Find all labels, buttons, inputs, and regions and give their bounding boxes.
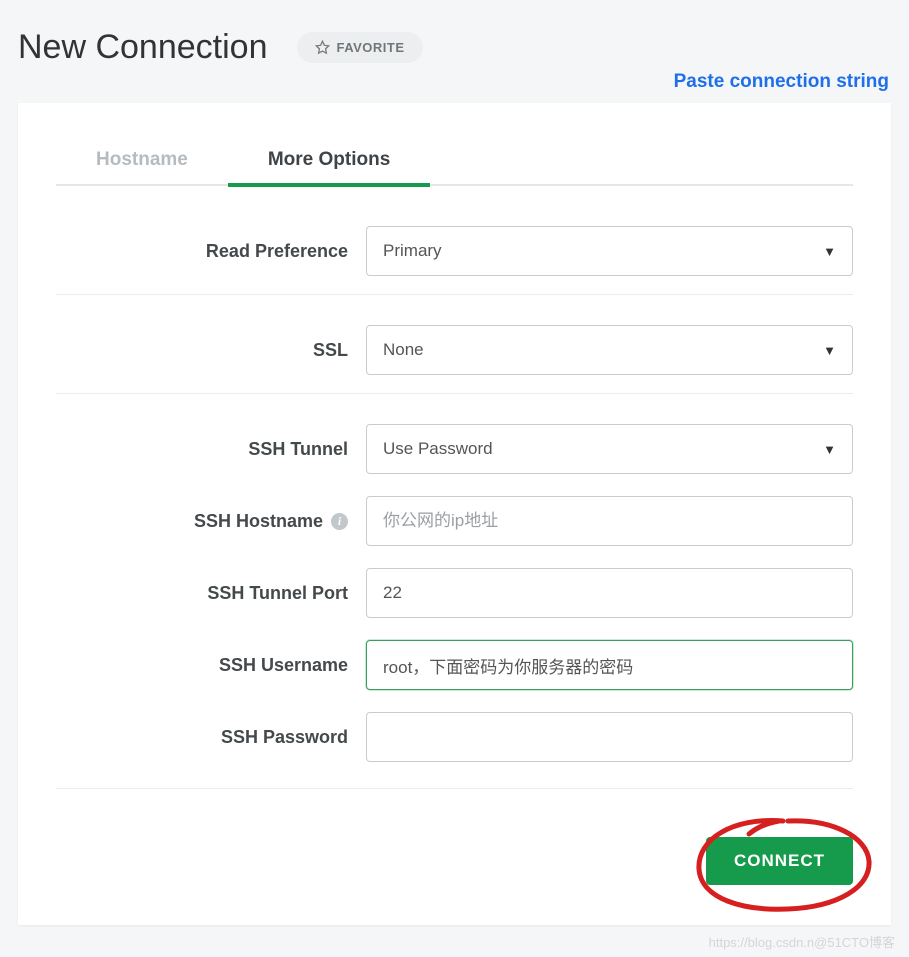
ssh-hostname-input[interactable] <box>366 496 853 546</box>
ssh-tunnel-label: SSH Tunnel <box>56 439 366 460</box>
ssh-hostname-label: SSH Hostname <box>194 511 323 532</box>
read-preference-label: Read Preference <box>56 241 366 262</box>
favorite-button[interactable]: FAVORITE <box>297 32 422 63</box>
ssh-password-label: SSH Password <box>56 727 366 748</box>
tab-more-options[interactable]: More Options <box>228 133 430 187</box>
ssh-tunnel-port-input[interactable] <box>366 568 853 618</box>
chevron-down-icon: ▼ <box>823 442 836 457</box>
ssh-password-input[interactable] <box>366 712 853 762</box>
read-preference-select[interactable]: Primary ▼ <box>366 226 853 276</box>
watermark: https://blog.csdn.n@51CTO博客 <box>709 932 895 951</box>
star-icon <box>315 40 330 55</box>
read-preference-value: Primary <box>383 241 442 261</box>
chevron-down-icon: ▼ <box>823 244 836 259</box>
ssl-label: SSL <box>56 340 366 361</box>
tabs: Hostname More Options <box>56 133 853 186</box>
ssl-value: None <box>383 340 424 360</box>
ssh-tunnel-select[interactable]: Use Password ▼ <box>366 424 853 474</box>
chevron-down-icon: ▼ <box>823 343 836 358</box>
ssh-username-label: SSH Username <box>56 655 366 676</box>
connect-button[interactable]: CONNECT <box>706 837 853 885</box>
ssh-tunnel-port-label: SSH Tunnel Port <box>56 583 366 604</box>
ssh-username-input[interactable] <box>366 640 853 690</box>
connection-form-card: Hostname More Options Read Preference Pr… <box>18 103 891 925</box>
ssh-tunnel-value: Use Password <box>383 439 493 459</box>
favorite-label: FAVORITE <box>336 40 404 55</box>
paste-connection-string-link[interactable]: Paste connection string <box>674 71 889 92</box>
page-title: New Connection <box>18 28 267 67</box>
tab-hostname[interactable]: Hostname <box>56 133 228 187</box>
ssl-select[interactable]: None ▼ <box>366 325 853 375</box>
info-icon[interactable]: i <box>331 513 348 530</box>
